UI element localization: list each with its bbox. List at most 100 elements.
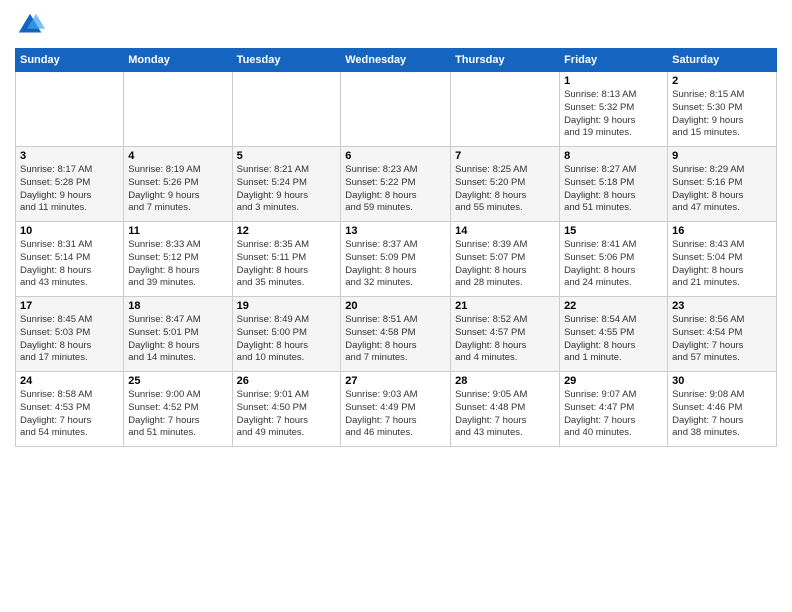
calendar-cell: 9 Sunrise: 8:29 AM Sunset: 5:16 PM Daylig… [668,147,777,222]
calendar-cell: 25 Sunrise: 9:00 AM Sunset: 4:52 PM Dayli… [124,372,232,447]
day-info: Sunrise: 9:01 AM Sunset: 4:50 PM Dayligh… [237,389,337,440]
calendar-week-row: 17 Sunrise: 8:45 AM Sunset: 5:03 PM Dayli… [16,297,777,372]
calendar-cell: 26 Sunrise: 9:01 AM Sunset: 4:50 PM Dayli… [232,372,341,447]
day-number: 13 [345,225,446,237]
calendar-cell: 22Sunrise: 8:54 AM Sunset: 4:55 PM Dayli… [560,297,668,372]
day-info: Sunrise: 8:27 AM Sunset: 5:18 PM Dayligh… [564,164,663,215]
calendar-cell: 5Sunrise: 8:21 AM Sunset: 5:24 PM Daylig… [232,147,341,222]
day-info: Sunrise: 8:45 AM Sunset: 5:03 PM Dayligh… [20,314,119,365]
day-number: 4 [128,150,227,162]
calendar-header-row: SundayMondayTuesdayWednesdayThursdayFrid… [16,49,777,72]
day-info: Sunrise: 9:03 AM Sunset: 4:49 PM Dayligh… [345,389,446,440]
day-info: Sunrise: 8:52 AM Sunset: 4:57 PM Dayligh… [455,314,555,365]
calendar-cell: 16 Sunrise: 8:43 AM Sunset: 5:04 PM Dayli… [668,222,777,297]
calendar-cell: 15 Sunrise: 8:41 AM Sunset: 5:06 PM Dayli… [560,222,668,297]
day-info: Sunrise: 8:29 AM Sunset: 5:16 PM Dayligh… [672,164,772,215]
calendar-cell: 1 Sunrise: 8:13 AM Sunset: 5:32 PM Daylig… [560,72,668,147]
day-number: 15 [564,225,663,237]
calendar-cell: 12Sunrise: 8:35 AM Sunset: 5:11 PM Dayli… [232,222,341,297]
day-number: 7 [455,150,555,162]
day-number: 2 [672,75,772,87]
day-info: Sunrise: 8:41 AM Sunset: 5:06 PM Dayligh… [564,239,663,290]
calendar-cell: 10Sunrise: 8:31 AM Sunset: 5:14 PM Dayli… [16,222,124,297]
calendar-cell: 21Sunrise: 8:52 AM Sunset: 4:57 PM Dayli… [451,297,560,372]
day-info: Sunrise: 8:58 AM Sunset: 4:53 PM Dayligh… [20,389,119,440]
day-number: 16 [672,225,772,237]
day-number: 27 [345,375,446,387]
calendar-table: SundayMondayTuesdayWednesdayThursdayFrid… [15,48,777,447]
calendar-week-row: 1 Sunrise: 8:13 AM Sunset: 5:32 PM Daylig… [16,72,777,147]
calendar-cell: 8 Sunrise: 8:27 AM Sunset: 5:18 PM Daylig… [560,147,668,222]
calendar-cell: 14Sunrise: 8:39 AM Sunset: 5:07 PM Dayli… [451,222,560,297]
calendar-cell: 28 Sunrise: 9:05 AM Sunset: 4:48 PM Dayli… [451,372,560,447]
day-info: Sunrise: 8:49 AM Sunset: 5:00 PM Dayligh… [237,314,337,365]
calendar-cell [124,72,232,147]
calendar-cell: 4 Sunrise: 8:19 AM Sunset: 5:26 PM Daylig… [124,147,232,222]
day-info: Sunrise: 8:13 AM Sunset: 5:32 PM Dayligh… [564,89,663,140]
day-info: Sunrise: 8:17 AM Sunset: 5:28 PM Dayligh… [20,164,119,215]
calendar-header-sunday: Sunday [16,49,124,72]
day-info: Sunrise: 9:07 AM Sunset: 4:47 PM Dayligh… [564,389,663,440]
calendar-header-friday: Friday [560,49,668,72]
page-container: SundayMondayTuesdayWednesdayThursdayFrid… [0,0,792,457]
day-info: Sunrise: 8:51 AM Sunset: 4:58 PM Dayligh… [345,314,446,365]
day-info: Sunrise: 9:08 AM Sunset: 4:46 PM Dayligh… [672,389,772,440]
day-number: 29 [564,375,663,387]
day-info: Sunrise: 8:39 AM Sunset: 5:07 PM Dayligh… [455,239,555,290]
calendar-cell: 24Sunrise: 8:58 AM Sunset: 4:53 PM Dayli… [16,372,124,447]
day-info: Sunrise: 8:31 AM Sunset: 5:14 PM Dayligh… [20,239,119,290]
day-number: 20 [345,300,446,312]
day-number: 18 [128,300,227,312]
day-number: 23 [672,300,772,312]
day-number: 26 [237,375,337,387]
calendar-cell: 6 Sunrise: 8:23 AM Sunset: 5:22 PM Daylig… [341,147,451,222]
page-header [15,10,777,40]
calendar-cell [451,72,560,147]
day-number: 17 [20,300,119,312]
day-number: 6 [345,150,446,162]
day-info: Sunrise: 8:33 AM Sunset: 5:12 PM Dayligh… [128,239,227,290]
day-number: 1 [564,75,663,87]
logo-icon [15,10,45,40]
calendar-header-tuesday: Tuesday [232,49,341,72]
day-info: Sunrise: 8:35 AM Sunset: 5:11 PM Dayligh… [237,239,337,290]
day-info: Sunrise: 8:47 AM Sunset: 5:01 PM Dayligh… [128,314,227,365]
calendar-week-row: 24Sunrise: 8:58 AM Sunset: 4:53 PM Dayli… [16,372,777,447]
day-info: Sunrise: 8:19 AM Sunset: 5:26 PM Dayligh… [128,164,227,215]
calendar-cell: 3 Sunrise: 8:17 AM Sunset: 5:28 PM Daylig… [16,147,124,222]
day-info: Sunrise: 9:00 AM Sunset: 4:52 PM Dayligh… [128,389,227,440]
calendar-cell: 7 Sunrise: 8:25 AM Sunset: 5:20 PM Daylig… [451,147,560,222]
day-info: Sunrise: 8:54 AM Sunset: 4:55 PM Dayligh… [564,314,663,365]
calendar-header-thursday: Thursday [451,49,560,72]
calendar-header-wednesday: Wednesday [341,49,451,72]
calendar-cell: 19Sunrise: 8:49 AM Sunset: 5:00 PM Dayli… [232,297,341,372]
day-number: 9 [672,150,772,162]
day-info: Sunrise: 8:37 AM Sunset: 5:09 PM Dayligh… [345,239,446,290]
calendar-cell: 30 Sunrise: 9:08 AM Sunset: 4:46 PM Dayli… [668,372,777,447]
day-info: Sunrise: 9:05 AM Sunset: 4:48 PM Dayligh… [455,389,555,440]
calendar-cell: 2 Sunrise: 8:15 AM Sunset: 5:30 PM Daylig… [668,72,777,147]
calendar-cell: 11Sunrise: 8:33 AM Sunset: 5:12 PM Dayli… [124,222,232,297]
calendar-cell: 18 Sunrise: 8:47 AM Sunset: 5:01 PM Dayli… [124,297,232,372]
day-number: 30 [672,375,772,387]
day-info: Sunrise: 8:15 AM Sunset: 5:30 PM Dayligh… [672,89,772,140]
calendar-cell: 23 Sunrise: 8:56 AM Sunset: 4:54 PM Dayli… [668,297,777,372]
day-info: Sunrise: 8:23 AM Sunset: 5:22 PM Dayligh… [345,164,446,215]
calendar-header-monday: Monday [124,49,232,72]
calendar-header-saturday: Saturday [668,49,777,72]
day-info: Sunrise: 8:56 AM Sunset: 4:54 PM Dayligh… [672,314,772,365]
calendar-cell: 27 Sunrise: 9:03 AM Sunset: 4:49 PM Dayli… [341,372,451,447]
logo [15,10,49,40]
calendar-cell: 13 Sunrise: 8:37 AM Sunset: 5:09 PM Dayli… [341,222,451,297]
day-info: Sunrise: 8:43 AM Sunset: 5:04 PM Dayligh… [672,239,772,290]
day-number: 8 [564,150,663,162]
day-info: Sunrise: 8:25 AM Sunset: 5:20 PM Dayligh… [455,164,555,215]
day-number: 3 [20,150,119,162]
calendar-cell: 17 Sunrise: 8:45 AM Sunset: 5:03 PM Dayli… [16,297,124,372]
calendar-cell: 20 Sunrise: 8:51 AM Sunset: 4:58 PM Dayli… [341,297,451,372]
calendar-cell [232,72,341,147]
day-number: 25 [128,375,227,387]
day-number: 28 [455,375,555,387]
day-number: 5 [237,150,337,162]
calendar-week-row: 10Sunrise: 8:31 AM Sunset: 5:14 PM Dayli… [16,222,777,297]
